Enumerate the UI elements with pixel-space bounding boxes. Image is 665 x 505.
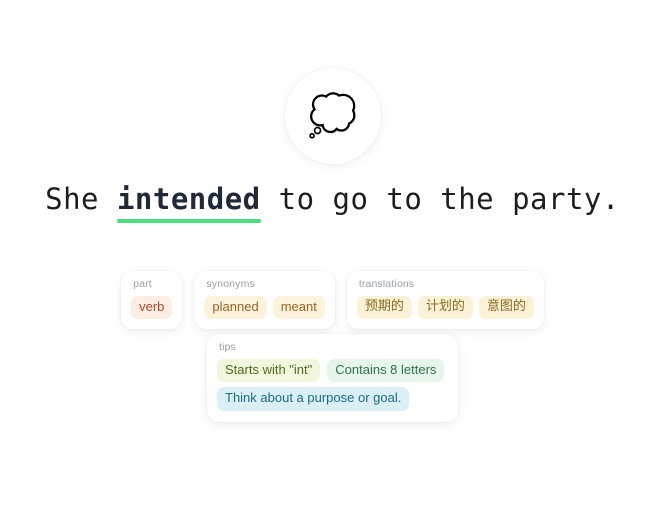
chip-row: verb bbox=[131, 295, 173, 320]
tips-line: Think about a purpose or goal. bbox=[217, 387, 410, 412]
meta-card-label: part bbox=[133, 278, 152, 290]
example-sentence: She intended to go to the party. bbox=[0, 182, 665, 223]
tips-card-label: tips bbox=[219, 341, 236, 353]
chip-part[interactable]: verb bbox=[131, 295, 173, 320]
tips-card: tips Starts with "int" Contains 8 letters… bbox=[207, 334, 458, 423]
chip-tip[interactable]: Contains 8 letters bbox=[327, 358, 445, 383]
chip-synonyms[interactable]: planned bbox=[204, 295, 267, 320]
chip-row: 预期的 计划的 意图的 bbox=[356, 295, 534, 320]
chip-translations[interactable]: 预期的 bbox=[356, 295, 412, 320]
medallion-container: 💭 bbox=[0, 68, 665, 164]
tips-chip-list: Starts with "int" Contains 8 letters Think… bbox=[217, 358, 448, 412]
chip-translations[interactable]: 计划的 bbox=[417, 295, 473, 320]
meta-card-row: part verb synonyms planned meant translations… bbox=[0, 271, 665, 330]
meta-card-part: part verb bbox=[121, 271, 183, 330]
meta-card-synonyms: synonyms planned meant bbox=[194, 271, 335, 330]
meta-card-label: synonyms bbox=[206, 278, 255, 290]
chip-tip[interactable]: Starts with "int" bbox=[217, 358, 321, 383]
target-word[interactable]: intended bbox=[116, 182, 261, 223]
sentence-suffix: to go to the party. bbox=[260, 182, 620, 216]
meta-card-translations: translations 预期的 计划的 意图的 bbox=[346, 271, 544, 330]
chip-row: planned meant bbox=[204, 295, 325, 320]
tips-line: Starts with "int" Contains 8 letters bbox=[217, 358, 445, 383]
word-hint-page: { "medallion": { "icon_name": "thought-b… bbox=[0, 0, 665, 505]
meta-card-label: translations bbox=[358, 278, 415, 290]
chip-synonyms[interactable]: meant bbox=[272, 295, 325, 320]
chip-tip[interactable]: Think about a purpose or goal. bbox=[217, 387, 410, 412]
tips-container: tips Starts with "int" Contains 8 letters… bbox=[0, 334, 665, 423]
emoji-medallion: 💭 bbox=[284, 68, 381, 164]
chip-translations[interactable]: 意图的 bbox=[478, 295, 534, 320]
sentence-prefix: She bbox=[45, 182, 117, 216]
thought-balloon-icon: 💭 bbox=[307, 93, 358, 139]
